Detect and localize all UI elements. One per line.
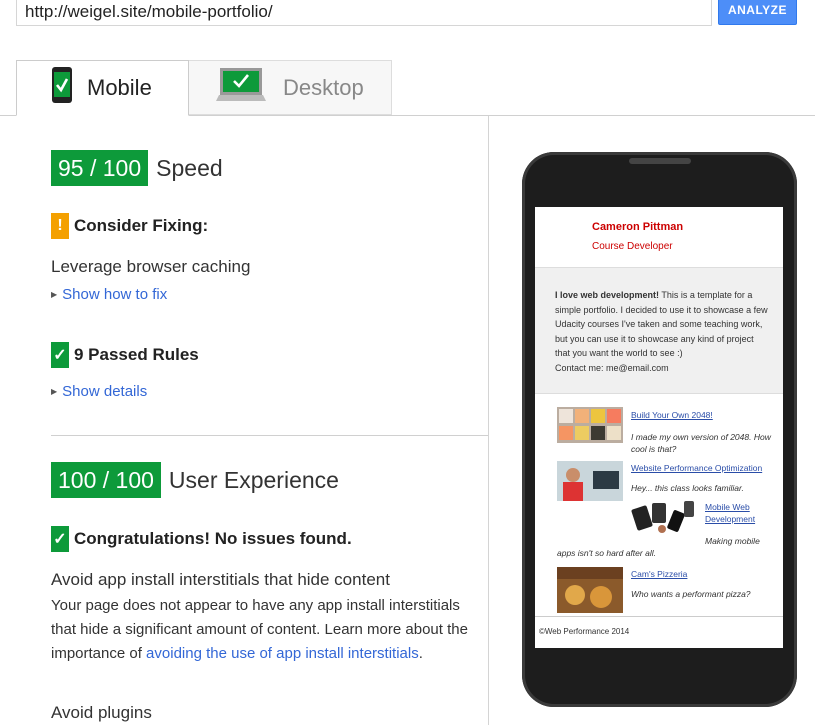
check-icon: ✓ (51, 342, 69, 368)
speed-score: 95 / 100 Speed (51, 150, 223, 186)
url-input[interactable]: http://weigel.site/mobile-portfolio/ (16, 0, 712, 26)
fix-rule-title: Leverage browser caching (51, 257, 251, 276)
preview-intro: I love web development! This is a templa… (535, 267, 783, 394)
ux-score-label: User Experience (168, 466, 339, 493)
preview-intro-bold: I love web development! (555, 290, 660, 300)
show-how-to-fix-label: Show how to fix (62, 286, 168, 303)
ux-score-value: 100 / 100 (51, 462, 161, 498)
preview-screen: Cameron Pittman Course Developer I love … (535, 207, 783, 648)
show-details-label: Show details (62, 383, 148, 400)
expand-triangle-icon: ▶ (51, 290, 58, 299)
preview-intro-text: This is a template for a simple portfoli… (555, 290, 768, 358)
project-pizzeria-title: Cam's Pizzeria (631, 569, 687, 579)
project-pizzeria-desc: Who wants a performant pizza? (631, 589, 751, 599)
expand-triangle-icon: ▶ (51, 387, 58, 396)
section-divider (51, 435, 488, 436)
show-details-link[interactable]: ▶ Show details (51, 383, 147, 400)
consider-fixing-label: Consider Fixing: (74, 216, 209, 235)
phone-speaker (629, 158, 691, 164)
project-performance-desc: Hey... this class looks familiar. (631, 483, 744, 493)
project-performance-link[interactable]: Website Performance Optimization (631, 463, 762, 473)
project-2048-desc-text: I made my own version of 2048. How cool … (631, 432, 771, 454)
analyze-button-label: ANALYZE (727, 2, 788, 17)
project-performance-thumbnail (557, 461, 623, 506)
project-performance-desc-text: Hey... this class looks familiar. (631, 483, 744, 493)
show-how-to-fix-link[interactable]: ▶ Show how to fix (51, 286, 167, 303)
project-mobile-desc: Making mobile apps isn't so hard after a… (557, 535, 763, 559)
warning-icon: ! (51, 213, 69, 239)
mobile-preview-phone: Cameron Pittman Course Developer I love … (522, 152, 797, 707)
url-input-value: http://weigel.site/mobile-portfolio/ (25, 2, 273, 21)
project-pizzeria-link[interactable]: Cam's Pizzeria (631, 569, 687, 579)
project-pizzeria-thumbnail (557, 567, 623, 618)
phone-home-area (535, 648, 783, 688)
analyze-button[interactable]: ANALYZE (718, 0, 797, 25)
project-pizzeria-desc-text: Who wants a performant pizza? (631, 589, 751, 599)
tab-mobile[interactable]: Mobile (16, 60, 189, 116)
rule-interstitials-end: . (418, 645, 423, 662)
ux-score: 100 / 100 User Experience (51, 462, 339, 498)
consider-fixing-heading: ! Consider Fixing: (51, 213, 208, 239)
speed-score-value: 95 / 100 (51, 150, 149, 186)
mobile-phone-icon (51, 66, 73, 110)
preview-role: Course Developer (592, 241, 673, 252)
congrats-label: Congratulations! No issues found. (74, 529, 352, 548)
project-mobile-link[interactable]: Mobile Web Development (705, 502, 755, 524)
column-divider (488, 116, 489, 725)
preview-name: Cameron Pittman (592, 221, 684, 233)
preview-footer: ©Web Performance 2014 (535, 616, 783, 646)
tab-mobile-label: Mobile (87, 75, 152, 100)
project-2048-link[interactable]: Build Your Own 2048! (631, 410, 713, 420)
project-mobile-title: Mobile Web Development (705, 501, 775, 525)
passed-rules-label: 9 Passed Rules (74, 345, 199, 364)
project-2048-title: Build Your Own 2048! (631, 410, 713, 420)
rule-interstitials-text: Your page does not appear to have any ap… (51, 594, 471, 666)
project-performance-title: Website Performance Optimization (631, 463, 762, 473)
desktop-monitor-icon (215, 67, 267, 109)
tab-desktop-label: Desktop (283, 74, 364, 100)
speed-score-label: Speed (156, 154, 223, 181)
preview-contact: Contact me: me@email.com (555, 362, 669, 373)
passed-rules-heading: ✓ 9 Passed Rules (51, 342, 199, 368)
interstitials-link[interactable]: avoiding the use of app install intersti… (146, 645, 419, 662)
project-2048-desc: I made my own version of 2048. How cool … (557, 431, 773, 455)
tab-desktop[interactable]: Desktop (189, 60, 392, 115)
project-mobile-desc-text: Making mobile apps isn't so hard after a… (557, 536, 760, 558)
congrats-heading: ✓ Congratulations! No issues found. (51, 526, 352, 552)
rule-plugins-title: Avoid plugins (51, 703, 152, 722)
check-icon: ✓ (51, 526, 69, 552)
rule-interstitials-title: Avoid app install interstitials that hid… (51, 570, 390, 589)
